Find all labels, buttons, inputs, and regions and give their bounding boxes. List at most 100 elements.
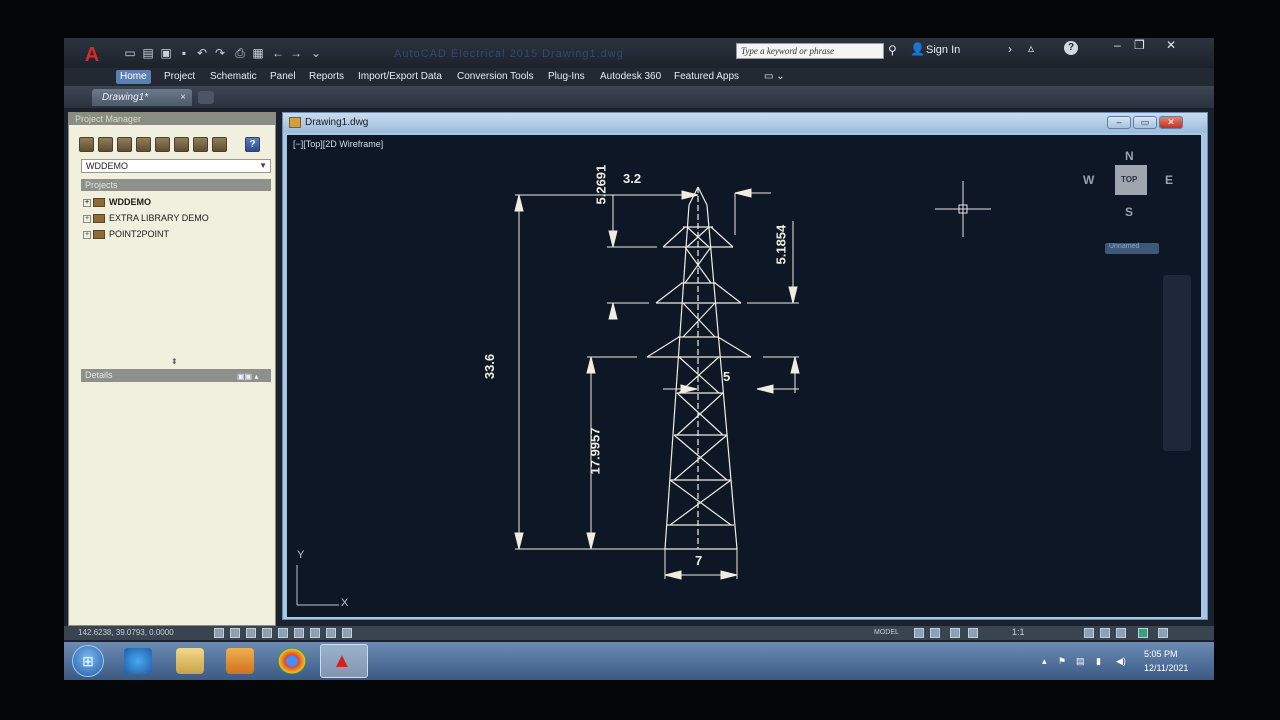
hardware-icon[interactable] [1116, 628, 1126, 638]
open-project-icon[interactable] [79, 137, 94, 152]
tab-project[interactable]: Project [160, 70, 199, 84]
window-title: AutoCAD Electrical 2015 Drawing1.dwg [394, 48, 624, 60]
tree-item-extra-library-demo[interactable]: + EXTRA LIBRARY DEMO [83, 211, 209, 225]
new-project-icon[interactable] [98, 137, 113, 152]
clean-screen-icon[interactable] [1158, 628, 1168, 638]
project-select[interactable]: WDDEMO ▼ [81, 159, 271, 173]
new-drawing-icon[interactable] [117, 137, 132, 152]
chevron-right-icon[interactable]: › [1008, 42, 1012, 56]
plot-icon[interactable]: ▦ [250, 46, 266, 60]
tab-plug-ins[interactable]: Plug-Ins [544, 70, 589, 84]
lock-icon[interactable] [1100, 628, 1110, 638]
restore-icon[interactable]: ❐ [1134, 38, 1145, 52]
close-icon[interactable]: ✕ [1159, 116, 1183, 129]
viewcube-top[interactable]: TOP [1121, 175, 1137, 184]
user-icon[interactable]: 👤 [910, 42, 925, 56]
dwg-file-icon [289, 117, 301, 128]
pan-icon[interactable] [950, 628, 960, 638]
undo-icon[interactable]: ↶ [194, 46, 210, 60]
volume-icon[interactable]: ◀) [1116, 656, 1126, 666]
ucs-name-label[interactable]: Unnamed [1109, 243, 1139, 250]
publish-icon[interactable] [193, 137, 208, 152]
help-button[interactable]: ? [1064, 41, 1078, 55]
otrack-icon[interactable] [310, 628, 320, 638]
quick-view-layouts-icon[interactable] [914, 628, 924, 638]
ribbon-toggle-icon[interactable]: ▭ ⌄ [760, 70, 789, 84]
workspace-icon[interactable] [1084, 628, 1094, 638]
polar-icon[interactable] [278, 628, 288, 638]
print-icon[interactable]: ⎙ [232, 46, 248, 60]
tree-item-wddemo[interactable]: + WDDEMO [83, 195, 151, 209]
clock-time[interactable]: 5:05 PM [1144, 649, 1178, 659]
tab-featured-apps[interactable]: Featured Apps [670, 70, 743, 84]
close-icon[interactable]: × [180, 89, 186, 106]
drawing-canvas[interactable]: [−][Top][2D Wireframe] 33.6 17.9957 5.26… [287, 135, 1201, 617]
start-button[interactable]: ⊞ [72, 645, 104, 677]
binoculars-icon[interactable]: ⚲ [888, 43, 897, 57]
minimize-icon[interactable]: – [1114, 38, 1121, 52]
new-file-icon[interactable]: ▭ [122, 46, 138, 60]
new-tab-button[interactable] [198, 91, 214, 104]
dropdown-icon[interactable]: ⌄ [308, 46, 324, 60]
tab-conversion-tools[interactable]: Conversion Tools [453, 70, 538, 84]
file-explorer-icon[interactable] [176, 648, 204, 674]
dyn-icon[interactable] [342, 628, 352, 638]
autocad-taskbar-icon[interactable]: ▲ [332, 649, 352, 673]
viewcube-south[interactable]: S [1125, 205, 1133, 219]
tab-reports[interactable]: Reports [305, 70, 348, 84]
project-tasks-icon[interactable] [155, 137, 170, 152]
saveas-icon[interactable]: ▪ [176, 46, 192, 60]
action-center-icon[interactable]: ⚑ [1058, 656, 1068, 666]
zoom-icon[interactable] [968, 628, 978, 638]
chrome-icon[interactable] [278, 648, 306, 674]
grid-icon[interactable] [246, 628, 256, 638]
open-file-icon[interactable]: ▤ [140, 46, 156, 60]
autocad-logo-icon[interactable]: A [80, 44, 104, 66]
tab-home[interactable]: Home [116, 70, 151, 84]
coordinates-readout[interactable]: 142.6238, 39.0793, 0.0000 [78, 628, 174, 637]
refresh-icon[interactable] [136, 137, 151, 152]
clock-date[interactable]: 12/11/2021 [1144, 663, 1188, 673]
exchange-icon[interactable]: ▵ [1028, 41, 1034, 55]
osnap-icon[interactable] [294, 628, 304, 638]
model-space-label[interactable]: MODEL [874, 629, 899, 636]
details-view-icon[interactable]: ▣▣ ▴ [237, 370, 267, 381]
viewcube-north[interactable]: N [1125, 149, 1134, 163]
redo-icon[interactable]: ↷ [212, 46, 228, 60]
settings-icon[interactable] [212, 137, 227, 152]
back-icon[interactable]: ← [270, 46, 286, 60]
infer-constraints-icon[interactable] [214, 628, 224, 638]
forward-icon[interactable]: → [288, 46, 304, 60]
search-input[interactable]: Type a keyword or phrase [736, 43, 884, 59]
viewcube-east[interactable]: E [1165, 173, 1173, 187]
viewcube-west[interactable]: W [1083, 173, 1094, 187]
splitter-handle[interactable]: ⬍ [171, 357, 178, 366]
network-icon[interactable]: ▮ [1096, 656, 1106, 666]
close-icon[interactable]: ✕ [1166, 38, 1176, 52]
ortho-icon[interactable] [262, 628, 272, 638]
expand-icon[interactable]: + [83, 198, 91, 207]
quick-view-drawings-icon[interactable] [930, 628, 940, 638]
sign-in-button[interactable]: Sign In [926, 43, 960, 57]
ducs-icon[interactable] [326, 628, 336, 638]
show-hidden-icons-icon[interactable]: ▴ [1042, 656, 1052, 666]
save-icon[interactable]: ▣ [158, 46, 174, 60]
tab-schematic[interactable]: Schematic [206, 70, 261, 84]
isolate-icon[interactable] [1138, 628, 1148, 638]
help-icon[interactable]: ? [245, 137, 260, 152]
device-icon[interactable]: ▤ [1076, 656, 1086, 666]
file-tab-drawing1[interactable]: Drawing1* × [92, 89, 192, 106]
tab-panel[interactable]: Panel [266, 70, 300, 84]
annotation-scale[interactable]: 1:1 [1012, 627, 1025, 637]
maximize-icon[interactable]: ▭ [1133, 116, 1157, 129]
media-player-icon[interactable] [226, 648, 254, 674]
expand-icon[interactable]: + [83, 230, 91, 239]
internet-explorer-icon[interactable] [124, 648, 152, 674]
update-retag-icon[interactable] [174, 137, 189, 152]
expand-icon[interactable]: + [83, 214, 91, 223]
tree-item-point2point[interactable]: + POINT2POINT [83, 227, 169, 241]
minimize-icon[interactable]: – [1107, 116, 1131, 129]
snap-icon[interactable] [230, 628, 240, 638]
tab-import-export[interactable]: Import/Export Data [354, 70, 446, 84]
tab-autodesk-360[interactable]: Autodesk 360 [596, 70, 665, 84]
